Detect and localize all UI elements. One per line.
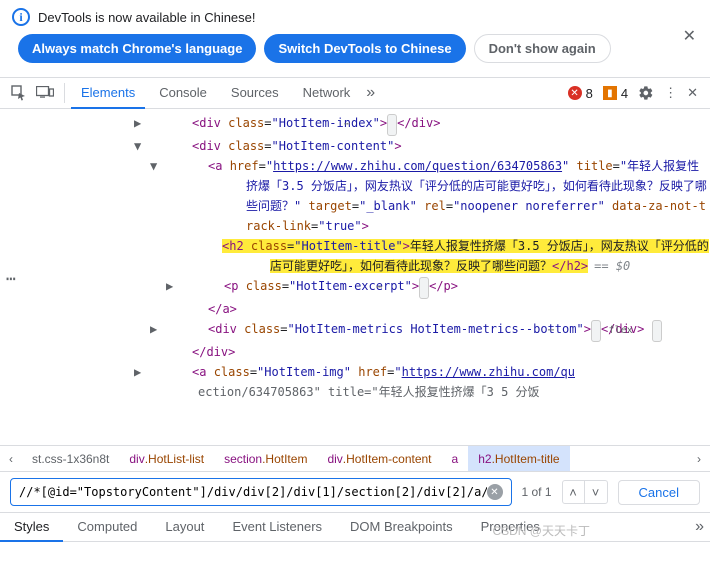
styles-tabs: Styles Computed Layout Event Listeners D…	[0, 512, 710, 542]
crumb-scroll-right[interactable]: ›	[688, 452, 710, 466]
tab-event-listeners[interactable]: Event Listeners	[218, 512, 336, 542]
crumb-content[interactable]: div.HotItem-content	[317, 446, 441, 471]
overflow-icon[interactable]: ⋯	[6, 269, 17, 289]
banner-text: DevTools is now available in Chinese!	[38, 10, 256, 25]
crumb-a[interactable]: a	[442, 446, 469, 471]
settings-icon[interactable]	[638, 85, 654, 101]
switch-chinese-button[interactable]: Switch DevTools to Chinese	[264, 34, 465, 63]
selected-node[interactable]: <h2 class="HotItem-title">年轻人报复性挤爆「3.5 分…	[0, 236, 710, 276]
main-toolbar: Elements Console Sources Network » ✕8 ▮4…	[0, 77, 710, 109]
tab-sources[interactable]: Sources	[221, 77, 289, 109]
tab-styles[interactable]: Styles	[0, 512, 63, 542]
search-input[interactable]	[19, 485, 487, 499]
search-prev-button[interactable]: ˄	[563, 481, 585, 503]
warning-badge[interactable]: ▮4	[603, 86, 628, 101]
crumb-h2[interactable]: h2.HotItem-title	[468, 446, 569, 471]
tab-layout[interactable]: Layout	[151, 512, 218, 542]
crumb-hotitem[interactable]: section.HotItem	[214, 446, 317, 471]
more-tabs-icon[interactable]: »	[360, 84, 381, 102]
crumb-scroll-left[interactable]: ‹	[0, 452, 22, 466]
search-next-button[interactable]: ˅	[585, 481, 607, 503]
error-count: 8	[586, 86, 593, 101]
search-nav-arrows: ˄ ˅	[562, 480, 608, 504]
crumb-hotlist[interactable]: div.HotList-list	[119, 446, 214, 471]
inspect-icon[interactable]	[6, 80, 32, 106]
info-icon: i	[12, 8, 30, 26]
more-styles-tabs-icon[interactable]: »	[689, 518, 710, 536]
clear-search-icon[interactable]: ✕	[487, 484, 503, 500]
info-banner: i DevTools is now available in Chinese! …	[0, 0, 710, 67]
crumb-truncated[interactable]: st.css-1x36n8t	[22, 446, 119, 471]
tab-console[interactable]: Console	[149, 77, 217, 109]
dollar-zero: == $0	[594, 259, 630, 273]
tab-elements[interactable]: Elements	[71, 77, 145, 109]
search-input-wrap[interactable]: ✕	[10, 478, 512, 506]
tab-computed[interactable]: Computed	[63, 512, 151, 542]
flex-badge[interactable]: flex	[652, 320, 662, 342]
href-link[interactable]: https://www.zhihu.com/question/634705863	[273, 159, 562, 173]
tab-properties[interactable]: Properties	[467, 512, 554, 542]
panel-tabs: Elements Console Sources Network	[71, 77, 360, 109]
dom-tree[interactable]: ⋯ ▶<div class="HotItem-index">⋯</div> ▼<…	[0, 109, 710, 445]
dont-show-button[interactable]: Don't show again	[474, 34, 611, 63]
kebab-icon[interactable]: ⋮	[664, 85, 677, 101]
error-badge[interactable]: ✕8	[568, 86, 593, 101]
search-cancel-button[interactable]: Cancel	[618, 480, 700, 505]
match-language-button[interactable]: Always match Chrome's language	[18, 34, 256, 63]
warning-count: 4	[621, 86, 628, 101]
close-banner-button[interactable]: ✕	[683, 26, 696, 46]
match-count: 1 of 1	[522, 485, 552, 499]
divider	[64, 83, 65, 103]
search-bar: ✕ 1 of 1 ˄ ˅ Cancel	[0, 471, 710, 512]
tab-network[interactable]: Network	[293, 77, 361, 109]
device-toggle-icon[interactable]	[32, 80, 58, 106]
tab-dom-breakpoints[interactable]: DOM Breakpoints	[336, 512, 467, 542]
breadcrumb-bar: ‹ st.css-1x36n8t div.HotList-list sectio…	[0, 445, 710, 471]
truncated-line: ection/634705863" title="年轻人报复性挤爆「3 5 分饭	[198, 385, 540, 399]
img-href-link[interactable]: https://www.zhihu.com/qu	[402, 365, 575, 379]
close-devtools-icon[interactable]: ✕	[687, 85, 698, 101]
